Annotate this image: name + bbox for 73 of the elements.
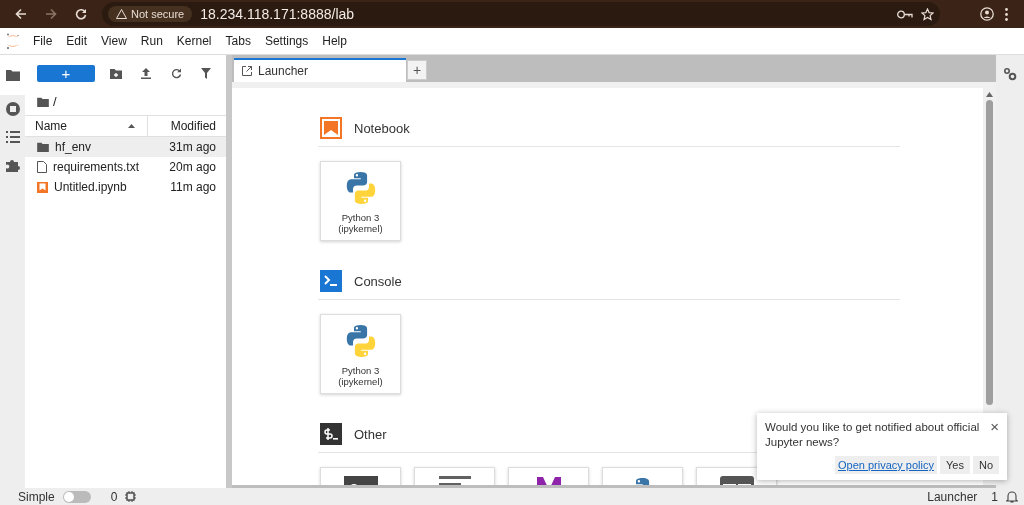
scrollbar-thumb[interactable] [986, 100, 993, 405]
menu-item[interactable]: Edit [59, 34, 95, 48]
key-icon[interactable] [897, 9, 913, 19]
mode-label: Simple [18, 489, 55, 504]
refresh-icon[interactable] [170, 68, 182, 79]
notebook-icon [320, 117, 342, 139]
list-icon [5, 131, 20, 143]
file-icon [37, 161, 47, 173]
terminal-icon [320, 423, 342, 445]
breadcrumb-path[interactable]: / [53, 94, 57, 109]
launcher-card[interactable]: Python 3 (ipykernel) [320, 161, 401, 241]
puzzle-icon [5, 158, 20, 172]
column-header[interactable]: Modified [148, 119, 226, 133]
modified-time: 31m ago [169, 140, 216, 154]
new-launcher-button[interactable]: + [37, 65, 95, 82]
url-text: 18.234.118.171:8888/lab [200, 6, 356, 22]
menu-item[interactable]: Kernel [169, 34, 219, 48]
bell-icon[interactable] [1006, 490, 1018, 503]
notification-message: Would you like to get notified about official Jupyter news? [765, 420, 981, 450]
current-activity: Launcher [927, 489, 978, 504]
launcher-card[interactable]: Python 3 (ipykernel) [320, 314, 401, 394]
warning-icon [116, 9, 127, 19]
column-header[interactable]: Name [35, 119, 67, 133]
sidebar-tab[interactable] [0, 55, 25, 95]
filter-icon[interactable] [201, 68, 211, 79]
section-title: Notebook [354, 120, 410, 136]
modified-time: 11m ago [170, 180, 216, 194]
notification-button[interactable]: Yes [940, 456, 970, 474]
simple-mode-toggle[interactable] [62, 490, 91, 503]
menu-item[interactable]: View [94, 34, 134, 48]
back-arrow-icon[interactable] [15, 8, 27, 20]
section-title: Other [354, 426, 387, 442]
gears-icon[interactable] [1003, 67, 1017, 81]
menu-item[interactable]: File [26, 34, 60, 48]
new-folder-icon[interactable] [110, 68, 122, 79]
kernel-count[interactable]: 0 [110, 489, 118, 504]
scroll-up-icon[interactable] [986, 92, 993, 97]
menu-item[interactable]: Settings [257, 34, 316, 48]
close-button[interactable]: × [990, 420, 999, 434]
folder-icon[interactable] [37, 96, 49, 107]
reload-icon[interactable] [75, 8, 87, 20]
jupyter-logo-icon [6, 33, 20, 49]
privacy-policy-link[interactable]: Open privacy policy [835, 456, 937, 474]
console-icon [320, 270, 342, 292]
file-name: requirements.txt [53, 160, 140, 174]
file-name: hf_env [55, 140, 92, 154]
folder-icon [37, 142, 49, 152]
more-menu-icon[interactable] [1004, 7, 1008, 21]
stop-circle-icon [5, 102, 20, 116]
star-icon[interactable] [921, 7, 934, 21]
sort-arrow-icon[interactable] [128, 124, 135, 128]
security-chip[interactable]: Not secure [108, 6, 193, 22]
file-row[interactable]: requirements.txt 20m ago [25, 157, 226, 177]
notification-count[interactable]: 1 [991, 489, 998, 504]
menu-item[interactable]: Help [315, 34, 354, 48]
file-row[interactable]: Untitled.ipynb 11m ago [25, 177, 226, 197]
address-bar[interactable]: Not secure 18.234.118.171:8888/lab [102, 2, 940, 26]
launcher-tab[interactable]: Launcher [234, 58, 406, 82]
folder-icon [5, 69, 20, 81]
launcher-icon [242, 66, 252, 76]
modified-time: 20m ago [169, 160, 216, 174]
profile-icon[interactable] [980, 7, 994, 21]
add-tab-button[interactable]: + [407, 60, 427, 80]
notebook-icon [37, 181, 48, 193]
menu-item[interactable]: Run [133, 34, 170, 48]
menu-item[interactable]: Tabs [218, 34, 258, 48]
forward-arrow-icon[interactable] [45, 8, 57, 20]
upload-icon[interactable] [141, 68, 151, 79]
file-row[interactable]: hf_env 31m ago [25, 137, 226, 157]
chip-icon[interactable] [125, 491, 137, 502]
notification-button[interactable]: No [972, 456, 999, 474]
section-title: Console [354, 273, 402, 289]
file-name: Untitled.ipynb [54, 180, 127, 194]
